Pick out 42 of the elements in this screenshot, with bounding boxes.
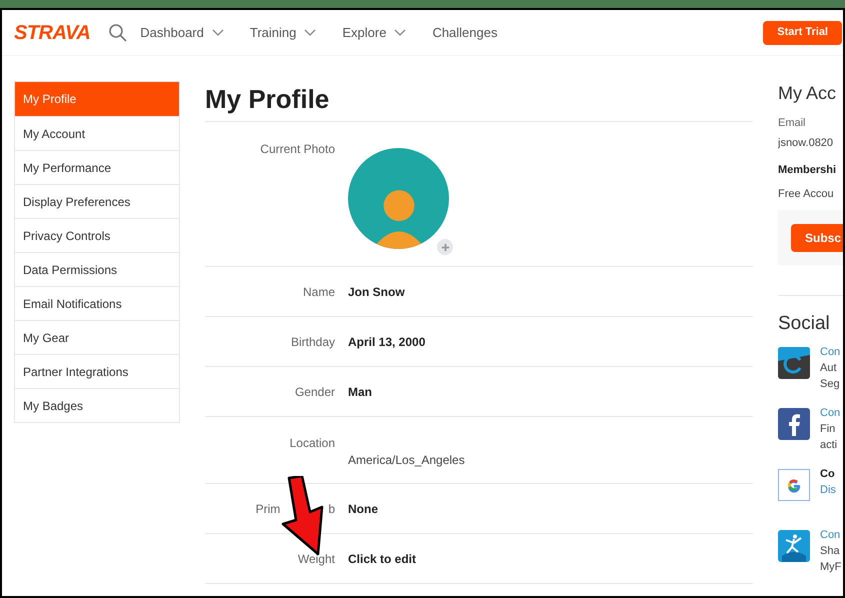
nav-menu[interactable]: Explore xyxy=(342,22,406,42)
membership-value: Free Accou xyxy=(778,186,835,202)
nav-menu[interactable]: Training xyxy=(250,22,316,42)
nav-menu[interactable]: Challenges xyxy=(432,22,498,42)
service-description: Fin xyxy=(820,422,836,437)
field-value[interactable]: April 13, 2000 xyxy=(348,334,426,348)
field-label: Current Photo xyxy=(260,141,335,158)
page-title: My Profile xyxy=(205,83,330,116)
service-description: acti xyxy=(820,438,838,453)
field-label: Weight xyxy=(298,550,335,568)
runner-app-icon[interactable] xyxy=(778,530,810,562)
service-description: Sha xyxy=(820,544,841,559)
field-label: Membershi xyxy=(778,163,838,178)
service-description: Aut xyxy=(820,361,838,376)
connect-link[interactable]: Con xyxy=(820,344,840,360)
watch-app-icon[interactable] xyxy=(778,347,810,379)
service-description: Seg xyxy=(820,377,840,392)
field-value[interactable]: Man xyxy=(348,384,372,398)
google-icon[interactable] xyxy=(778,469,810,501)
email-value: jsnow.0820 xyxy=(778,136,834,150)
field-label: Name xyxy=(302,284,335,300)
field-value[interactable]: America/Los_Angeles xyxy=(348,453,465,467)
field-label: Birthday xyxy=(290,334,335,350)
field-label: Gender xyxy=(294,384,335,400)
nav-menu[interactable]: Dashboard xyxy=(140,22,224,42)
service-description: MyF xyxy=(820,560,842,575)
field-value[interactable]: Jon Snow xyxy=(348,284,405,298)
connect-link[interactable]: Dis xyxy=(820,482,836,498)
add-photo-icon[interactable] xyxy=(437,239,453,255)
section-title: My Acc xyxy=(778,82,838,105)
search-icon[interactable] xyxy=(108,22,128,42)
connect-link[interactable]: Con xyxy=(820,405,840,421)
facebook-icon[interactable] xyxy=(778,408,810,440)
field-value[interactable]: Click to edit xyxy=(348,552,416,566)
service-name: Co xyxy=(820,467,836,482)
field-label: Location xyxy=(290,435,335,452)
field-value[interactable]: None xyxy=(348,502,378,516)
connect-link[interactable]: Con xyxy=(820,527,842,543)
field-label: Prim xyxy=(256,500,280,518)
field-label: b xyxy=(328,500,335,518)
field-label: Email xyxy=(778,116,807,131)
section-title: Social xyxy=(778,312,831,336)
